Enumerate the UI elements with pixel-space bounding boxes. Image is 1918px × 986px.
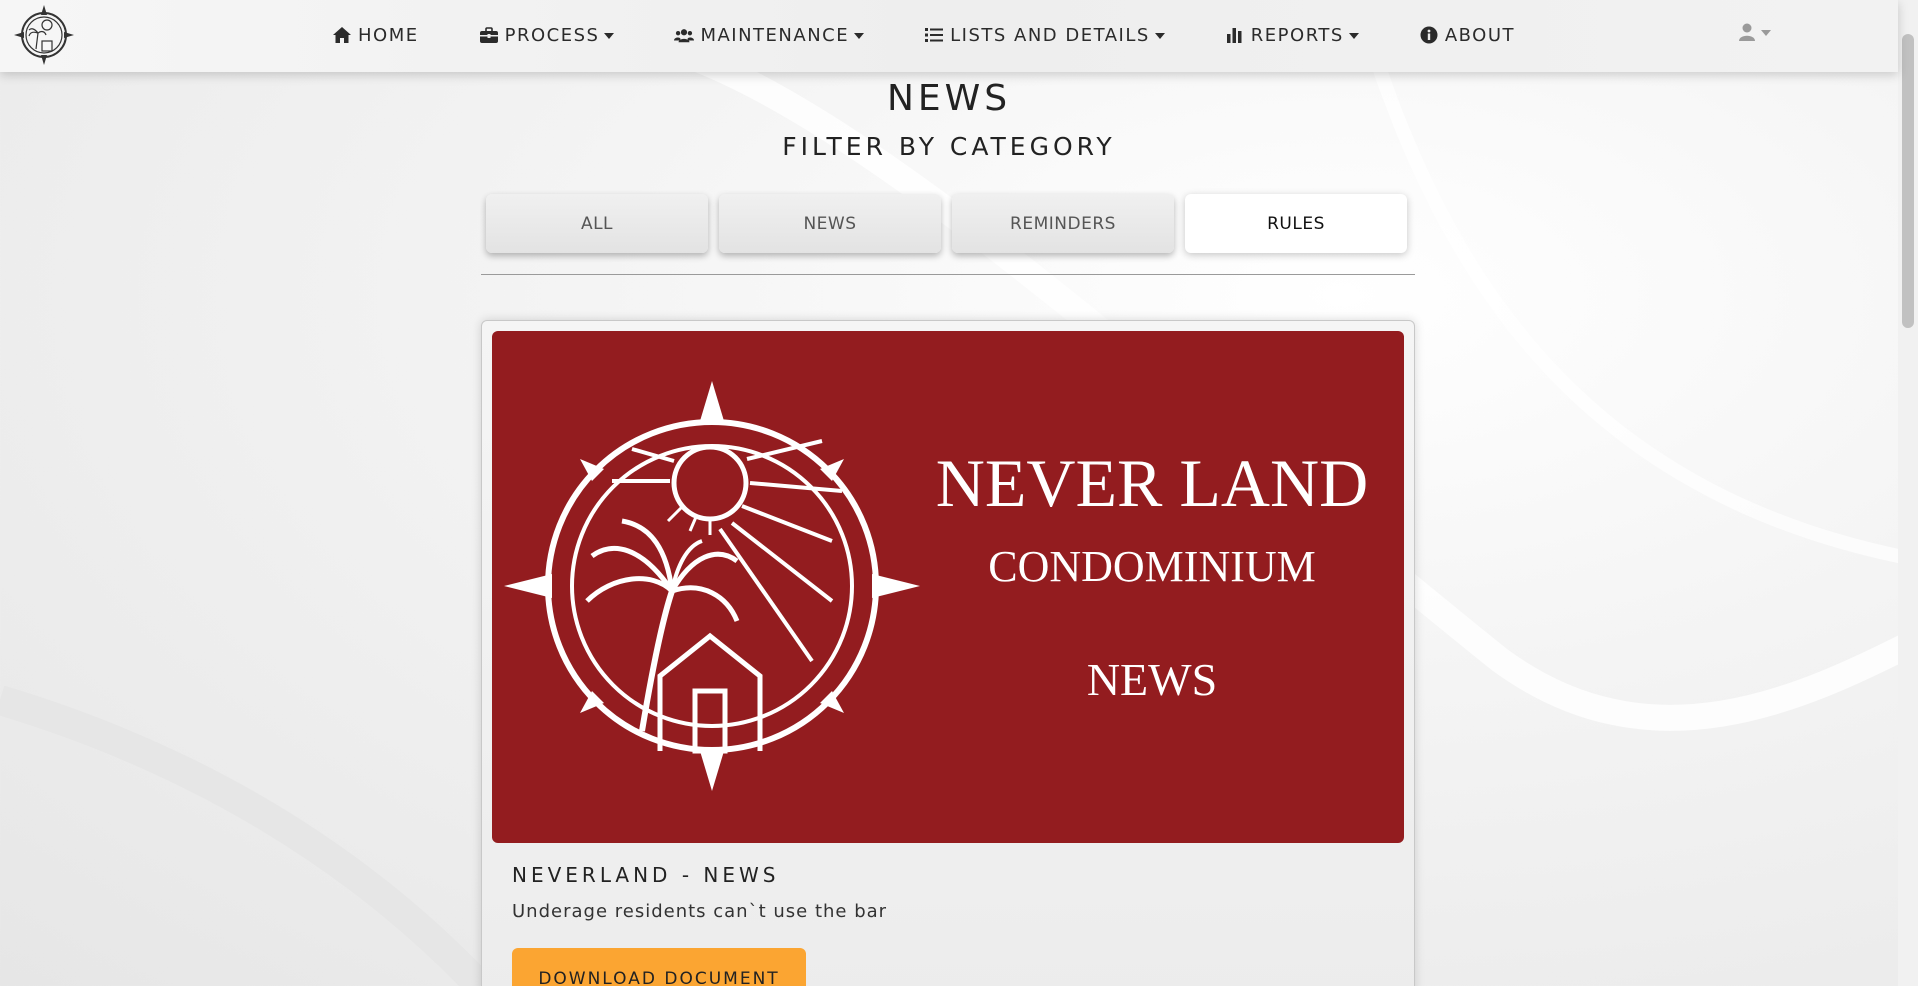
nav-home[interactable]: HOME [332, 25, 419, 46]
nav-about-label: ABOUT [1444, 24, 1516, 46]
filter-reminders-button[interactable]: REMINDERS [952, 194, 1174, 253]
divider [481, 274, 1415, 275]
filter-rules-button[interactable]: RULES [1185, 194, 1407, 253]
users-icon [674, 29, 695, 43]
nav-reports[interactable]: REPORTS [1225, 25, 1359, 46]
nav-maintenance[interactable]: MAINTENANCE [674, 24, 865, 46]
page-title: NEWS [886, 78, 1012, 119]
nav-lists-label: LISTS AND DETAILS [950, 24, 1150, 46]
filter-news-button[interactable]: NEWS [719, 194, 941, 253]
chevron-down-icon [854, 33, 865, 39]
banner-line3: NEWS [1087, 654, 1217, 705]
banner-line2: CONDOMINIUM [988, 542, 1316, 591]
download-document-button[interactable]: DOWNLOAD DOCUMENT [512, 948, 806, 986]
nav-process[interactable]: PROCESS [479, 25, 615, 46]
news-card: NEVER LAND CONDOMINIUM NEWS NEVERLAND - … [481, 320, 1415, 986]
nav-home-label: HOME [358, 24, 419, 46]
user-menu[interactable] [1738, 22, 1771, 42]
chevron-down-icon [1348, 33, 1359, 39]
neverland-logo-emblem: NEVER LAND CONDOMINIUM NEWS [504, 381, 1369, 791]
list-icon [925, 28, 944, 42]
category-filter: ALL NEWS REMINDERS RULES [486, 194, 1407, 253]
nav-maintenance-label: MAINTENANCE [700, 24, 850, 46]
nav-about[interactable]: ABOUT [1419, 25, 1515, 46]
filter-all-button[interactable]: ALL [486, 194, 708, 253]
nav-process-label: PROCESS [504, 24, 600, 46]
scrollbar-thumb[interactable] [1902, 34, 1914, 328]
banner-line1: NEVER LAND [936, 445, 1369, 521]
user-icon [1739, 23, 1755, 41]
condominium-logo[interactable] [12, 3, 76, 67]
chevron-down-icon [1761, 30, 1771, 36]
main-menu: HOME PROCESS MAINTENANCE LISTS AND DETAI… [332, 0, 1575, 70]
card-title: NEVERLAND - NEWS [512, 863, 780, 887]
nav-lists-and-details[interactable]: LISTS AND DETAILS [924, 25, 1165, 46]
top-navbar: HOME PROCESS MAINTENANCE LISTS AND DETAI… [0, 0, 1898, 72]
bar-chart-icon [1226, 28, 1242, 43]
info-circle-icon [1420, 26, 1438, 44]
page-subtitle: FILTER BY CATEGORY [782, 132, 1116, 161]
news-banner-image: NEVER LAND CONDOMINIUM NEWS [492, 331, 1404, 843]
page-scrollbar[interactable] [1898, 0, 1918, 986]
toolbox-icon [479, 27, 498, 43]
chevron-down-icon [604, 33, 615, 39]
nav-reports-label: REPORTS [1250, 24, 1344, 46]
home-icon [333, 27, 351, 43]
chevron-down-icon [1154, 33, 1165, 39]
card-text: Underage residents can`t use the bar [512, 901, 888, 922]
